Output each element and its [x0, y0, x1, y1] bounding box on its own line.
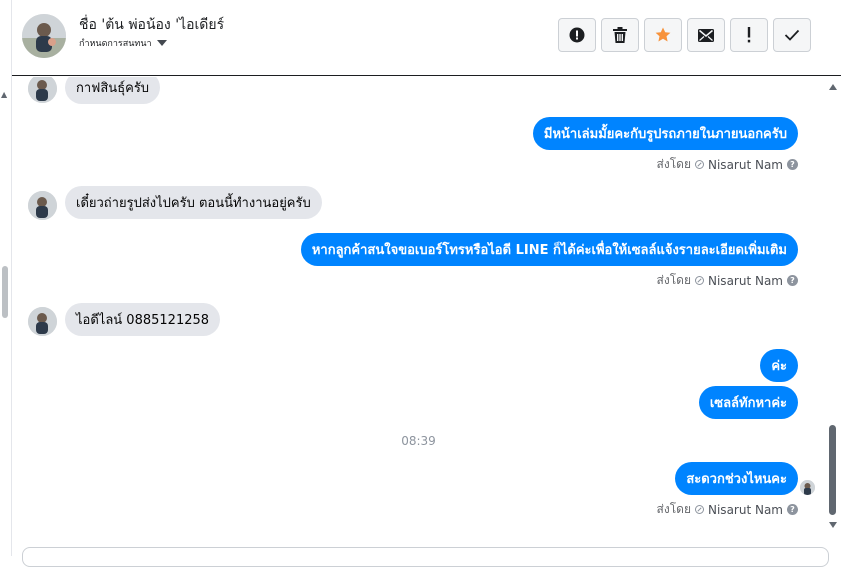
- left-scrollbar-thumb[interactable]: [2, 266, 8, 318]
- message-timestamp: 08:39: [401, 434, 436, 448]
- page-icon: [695, 160, 704, 169]
- star-icon: [655, 27, 671, 42]
- trash-icon: [613, 27, 627, 43]
- sent-by-info: ส่งโดย Nisarut Nam ?: [657, 500, 798, 519]
- scroll-up-arrow-icon[interactable]: ▲: [1, 90, 7, 99]
- exclamation-icon: [747, 27, 751, 43]
- sent-by-prefix: ส่งโดย: [656, 502, 691, 516]
- outgoing-message[interactable]: เซลล์ทักหาค่ะ: [698, 386, 798, 419]
- conversation-label[interactable]: กำหนดการสนทนา: [79, 36, 167, 50]
- scrollbar-thumb[interactable]: [829, 425, 836, 515]
- sent-by-prefix: ส่งโดย: [656, 273, 691, 287]
- avatar: [28, 307, 57, 336]
- envelope-icon: [698, 28, 714, 42]
- sender-name[interactable]: Nisarut Nam: [708, 503, 783, 517]
- incoming-message[interactable]: กาฟสินธุ์ครับ: [65, 77, 161, 104]
- sender-name[interactable]: Nisarut Nam: [708, 274, 783, 288]
- left-panel-edge: ▲: [0, 0, 12, 556]
- message-thread: กาฟสินธุ์ครับ มีหน้าเล่มมั้ยคะกับรูปรถภา…: [12, 77, 825, 539]
- incoming-message[interactable]: ไอดีไลน์ 0885121258: [65, 303, 221, 336]
- help-icon[interactable]: ?: [787, 275, 798, 286]
- mark-unread-button[interactable]: [687, 18, 725, 52]
- chevron-down-icon[interactable]: [156, 40, 167, 46]
- help-icon[interactable]: ?: [787, 159, 798, 170]
- incoming-message[interactable]: เดี๋ยวถ่ายรูปส่งไปครับ ตอนนี้ทำงานอยู่คร…: [65, 186, 322, 219]
- avatar[interactable]: [22, 14, 66, 58]
- delete-button[interactable]: [601, 18, 639, 52]
- contact-name: ชื่อ 'ต้น พ่อน้อง 'ไอเดียร์: [79, 17, 225, 33]
- report-button[interactable]: [558, 18, 596, 52]
- avatar: [28, 191, 57, 220]
- sent-by-info: ส่งโดย Nisarut Nam ?: [657, 271, 798, 290]
- seen-avatar: [800, 480, 815, 495]
- page-icon: [695, 276, 704, 285]
- help-icon[interactable]: ?: [787, 504, 798, 515]
- reply-input[interactable]: [22, 547, 829, 567]
- outgoing-message[interactable]: มีหน้าเล่มมั้ยคะกับรูปรถภายในภายนอกครับ: [532, 117, 798, 150]
- scroll-down-arrow-icon[interactable]: [829, 522, 837, 528]
- outgoing-message[interactable]: ค่ะ: [760, 349, 798, 382]
- outgoing-message[interactable]: หากลูกค้าสนใจขอเบอร์โทรหรือไอดี LINE ก็ไ…: [300, 233, 798, 266]
- outgoing-message[interactable]: สะดวกช่วงไหนคะ: [675, 462, 798, 495]
- header-actions: [558, 18, 811, 52]
- conversation-label-text: กำหนดการสนทนา: [79, 39, 152, 49]
- sent-by-info: ส่งโดย Nisarut Nam ?: [657, 155, 798, 174]
- sent-by-prefix: ส่งโดย: [656, 157, 691, 171]
- star-button[interactable]: [644, 18, 682, 52]
- check-icon: [784, 29, 800, 41]
- sender-name[interactable]: Nisarut Nam: [708, 158, 783, 172]
- alert-circle-icon: [569, 27, 585, 43]
- page-icon: [695, 505, 704, 514]
- avatar: [28, 77, 57, 103]
- spam-button[interactable]: [730, 18, 768, 52]
- mark-done-button[interactable]: [773, 18, 811, 52]
- conversation-header: ชื่อ 'ต้น พ่อน้อง 'ไอเดียร์ กำหนดการสนทน…: [12, 0, 841, 76]
- scroll-up-arrow-icon[interactable]: [829, 84, 837, 90]
